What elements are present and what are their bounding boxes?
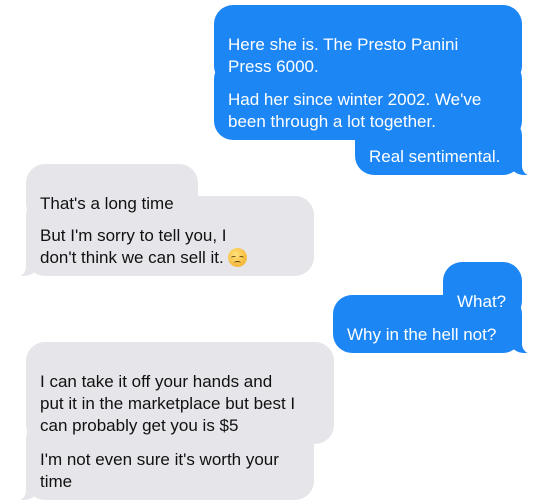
message-text: But I'm sorry to tell you, I don't think…	[40, 226, 227, 267]
message-text: That's a long time	[40, 194, 174, 213]
message-text: What?	[457, 292, 507, 311]
message-text: Why in the hell not?	[347, 325, 497, 344]
message-text: I'm not even sure it's worth your time	[40, 450, 279, 491]
disappointed-face-icon	[227, 248, 247, 267]
message-text: Real sentimental.	[369, 147, 501, 166]
